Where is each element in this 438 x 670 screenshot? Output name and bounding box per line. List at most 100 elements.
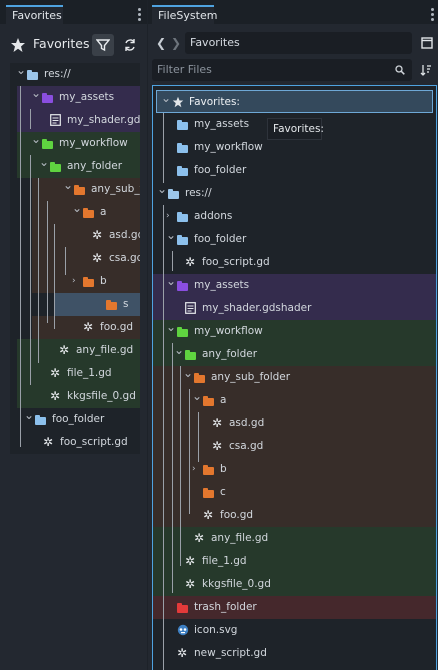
tree-guide-line <box>38 178 39 363</box>
tree-row[interactable]: › b <box>32 270 140 293</box>
script-gear-icon: ✲ <box>203 508 214 522</box>
tree-row[interactable]: ✲ foo_script.gd <box>153 251 436 274</box>
tree-item-label: a <box>220 394 227 406</box>
tree-row[interactable]: s <box>55 293 140 316</box>
tree-row[interactable]: ⌄ foo_folder <box>10 408 140 431</box>
filesystem-dock: FileSystem ❮ ❯ Favorites Filter Files ⌄ F… <box>148 0 438 670</box>
split-view-icon <box>421 37 433 49</box>
tree-row[interactable]: icon.svg <box>153 619 436 642</box>
tree-row[interactable]: › b <box>153 458 436 481</box>
tree-row[interactable]: ⌄ res:// <box>10 63 140 86</box>
tree-row[interactable]: ⌄ my_workflow <box>153 320 436 343</box>
split-view-button[interactable] <box>416 32 438 54</box>
tree-row[interactable]: ✲ foo.gd <box>32 316 140 339</box>
tree-guide-line <box>20 415 21 447</box>
expand-arrow-icon[interactable]: ⌄ <box>192 390 202 402</box>
path-field[interactable]: Favorites <box>185 32 412 54</box>
tree-guide-line <box>20 86 21 426</box>
folder-icon <box>35 415 46 425</box>
tree-row[interactable]: ✲ new_script.gd <box>153 642 436 665</box>
tree-item-label: my_workflow <box>194 141 263 153</box>
expand-arrow-icon[interactable]: ⌄ <box>166 275 176 287</box>
tree-row[interactable]: ✲ any_file.gd <box>153 527 436 550</box>
tab-filesystem[interactable]: FileSystem <box>152 5 217 24</box>
dock-menu-icon[interactable] <box>431 8 434 23</box>
tree-row[interactable]: ⌄ my_assets <box>17 86 140 109</box>
expand-arrow-icon[interactable]: ⌄ <box>183 367 193 379</box>
script-gear-icon: ✲ <box>194 531 205 545</box>
tree-row[interactable]: ✲ csa.gd <box>153 435 436 458</box>
expand-arrow-icon[interactable]: ⌄ <box>161 92 171 104</box>
tree-guide-line <box>163 113 164 183</box>
filesystem-tree[interactable]: ⌄ Favorites: my_assets my_workflow foo_folde… <box>152 85 437 670</box>
tree-item-label: foo_folder <box>194 233 247 245</box>
refresh-icon <box>125 39 135 51</box>
tree-row[interactable]: ✲ file_1.gd <box>17 362 140 385</box>
collapse-arrow-icon[interactable]: › <box>166 210 170 222</box>
folder-icon <box>177 120 188 130</box>
tab-favorites[interactable]: Favorites <box>6 5 63 24</box>
tree-item-label: foo_script.gd <box>60 436 128 448</box>
tree-row[interactable]: trash_folder <box>153 596 436 619</box>
tree-row[interactable]: ⌄ a <box>153 389 436 412</box>
filesystem-tab-bar: FileSystem <box>148 0 438 24</box>
tree-row[interactable]: ⌄ any_sub_folder <box>153 366 436 389</box>
tree-item-label: icon.svg <box>194 624 238 636</box>
refresh-button[interactable] <box>119 34 141 56</box>
expand-arrow-icon[interactable]: ⌄ <box>63 179 73 191</box>
tree-row[interactable]: c <box>153 481 436 504</box>
tree-row[interactable]: ⌄ a <box>32 201 140 224</box>
tree-item-label: res:// <box>185 187 212 199</box>
tree-row[interactable]: ✲ any_file.gd <box>17 339 140 362</box>
tree-row[interactable]: ⌄ my_workflow <box>17 132 140 155</box>
tree-row[interactable]: foo_folder <box>153 159 436 182</box>
expand-arrow-icon[interactable]: ⌄ <box>31 133 41 145</box>
tree-row[interactable]: ⌄ Favorites: <box>156 90 433 113</box>
expand-arrow-icon[interactable]: ⌄ <box>174 344 184 356</box>
tree-row[interactable]: ✲ csa.gd <box>32 247 140 270</box>
script-gear-icon: ✲ <box>50 389 61 403</box>
expand-arrow-icon[interactable]: ⌄ <box>166 229 176 241</box>
tree-item-label: any_sub_folder <box>91 183 140 195</box>
tree-row[interactable]: ✲ foo.gd <box>153 504 436 527</box>
tree-row[interactable]: ✲ kkgsfile_0.gd <box>153 573 436 596</box>
filter-toggle-button[interactable] <box>92 34 114 56</box>
tree-row[interactable]: ⌄ any_folder <box>17 155 140 178</box>
tree-row[interactable]: ✲ foo_script.gd <box>10 431 140 454</box>
tree-item-label: my_assets <box>59 91 115 103</box>
tree-item-label: any_folder <box>202 348 258 360</box>
tree-row[interactable]: ⌄ any_folder <box>153 343 436 366</box>
tree-row[interactable]: my_shader.gdshader <box>17 109 140 132</box>
tree-row[interactable]: ⌄ my_assets <box>153 274 436 297</box>
expand-arrow-icon[interactable]: ⌄ <box>24 409 34 421</box>
expand-arrow-icon[interactable]: ⌄ <box>16 64 26 76</box>
favorites-tree[interactable]: ⌄res://⌄my_assetsmy_shader.gdshader⌄my_w… <box>10 63 140 454</box>
tree-row[interactable]: ✲ kkgsfile_0.gd <box>17 385 140 408</box>
expand-arrow-icon[interactable]: ⌄ <box>39 156 49 168</box>
expand-arrow-icon[interactable]: ⌄ <box>166 321 176 333</box>
tree-guide-line <box>180 366 181 566</box>
filter-files-input[interactable]: Filter Files <box>152 59 412 81</box>
tree-row[interactable]: ✲ asd.gd <box>32 224 140 247</box>
dock-menu-icon[interactable] <box>138 8 141 23</box>
tree-item-label: any_file.gd <box>211 532 269 544</box>
tree-item-label: my_assets <box>194 118 250 130</box>
tree-row[interactable]: ✲ file_1.gd <box>153 550 436 573</box>
res-folder-icon <box>168 189 179 199</box>
collapse-arrow-icon[interactable]: › <box>192 463 196 475</box>
expand-arrow-icon[interactable]: ⌄ <box>72 202 82 214</box>
tree-row[interactable]: › addons <box>153 205 436 228</box>
tree-row[interactable]: ⌄ res:// <box>153 182 436 205</box>
tree-item-label: kkgsfile_0.gd <box>67 390 136 402</box>
expand-arrow-icon[interactable]: ⌄ <box>31 87 41 99</box>
tree-row[interactable]: my_shader.gdshader <box>153 297 436 320</box>
forward-arrow-icon[interactable]: ❯ <box>171 36 181 50</box>
tree-row[interactable]: ✲ asd.gd <box>153 412 436 435</box>
sort-button[interactable] <box>415 59 437 81</box>
tree-row[interactable]: ⌄ foo_folder <box>153 228 436 251</box>
expand-arrow-icon[interactable]: ⌄ <box>157 183 167 195</box>
back-arrow-icon[interactable]: ❮ <box>156 36 166 50</box>
tree-item-label: foo_script.gd <box>202 256 270 268</box>
collapse-arrow-icon[interactable]: › <box>72 275 76 287</box>
tree-row[interactable]: ⌄ any_sub_folder <box>32 178 140 201</box>
